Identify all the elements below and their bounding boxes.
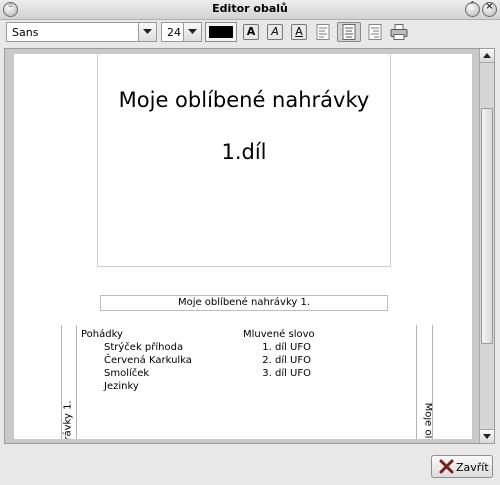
front-title-line2[interactable]: 1.díl (98, 140, 390, 164)
list-item: Smolíček (104, 368, 150, 379)
maximize-icon: ˄ (470, 1, 475, 12)
align-right-icon (368, 24, 382, 40)
chevron-down-icon (483, 434, 491, 439)
chevron-down-icon[interactable] (183, 23, 201, 41)
back-left-side-text: rávky 1. (62, 401, 76, 439)
font-size-value: 24 (167, 26, 181, 39)
spine-label[interactable]: Moje oblíbené nahrávky 1. (100, 295, 388, 311)
close-window-button[interactable]: × (482, 1, 497, 17)
chevron-up-icon (483, 53, 491, 58)
back-left-fold-line (76, 325, 77, 439)
back-left-side-label: rávky 1. (62, 401, 74, 439)
align-center-button[interactable] (337, 22, 361, 42)
column-heading: Mluvené slovo (243, 329, 315, 340)
font-size-select[interactable]: 24 (161, 22, 202, 42)
cover-editor-area[interactable]: Moje oblíbené nahrávky 1.díl Moje oblíbe… (4, 48, 495, 444)
back-right-side-text: Moje ol (418, 401, 432, 439)
back-right-side-label: Moje ol (422, 402, 432, 439)
list-item: 3. díl UFO (262, 368, 311, 379)
list-item: Červená Karkulka (104, 355, 192, 366)
scroll-down-button[interactable] (480, 429, 494, 443)
track-column-1[interactable]: Pohádky Strýček příhoda Červená Karkulka… (81, 328, 192, 393)
cover-canvas[interactable]: Moje oblíbené nahrávky 1.díl Moje oblíbe… (14, 54, 472, 439)
maximize-button[interactable]: ˄ (465, 1, 480, 17)
list-item: 1. díl UFO (262, 342, 311, 353)
front-title-line1[interactable]: Moje oblíbené nahrávky (98, 88, 390, 112)
list-item: 2. díl UFO (262, 355, 311, 366)
font-family-select[interactable]: Sans (6, 22, 157, 42)
print-button[interactable] (388, 22, 410, 42)
back-cover[interactable]: rávky 1. Moje ol Pohádky Strýček příhoda… (61, 325, 433, 439)
underline-icon: A (291, 24, 307, 40)
bold-button[interactable]: A (240, 22, 262, 42)
list-item: Strýček příhoda (104, 342, 184, 353)
vertical-scrollbar[interactable] (479, 49, 494, 443)
font-family-value: Sans (12, 26, 39, 39)
italic-icon: A (267, 24, 283, 40)
list-item: Jezinky (104, 381, 139, 392)
close-button-label: Zavřít (456, 461, 489, 474)
chevron-down-icon[interactable] (138, 23, 156, 41)
underline-button[interactable]: A (288, 22, 310, 42)
window-titlebar: ◦ Editor obalů ˄ × (0, 0, 500, 20)
align-right-button[interactable] (364, 22, 386, 42)
scroll-thumb[interactable] (481, 108, 493, 344)
color-swatch (209, 26, 233, 38)
printer-icon (390, 24, 408, 40)
scroll-up-button[interactable] (480, 49, 494, 63)
track-column-2[interactable]: Mluvené slovo 1. díl UFO 2. díl UFO 3. d… (243, 328, 315, 380)
column-heading: Pohádky (81, 329, 123, 340)
align-left-icon (316, 24, 330, 40)
close-icon (439, 459, 454, 474)
formatting-toolbar: Sans 24 A A A (0, 20, 500, 45)
bold-icon: A (243, 24, 259, 40)
italic-button[interactable]: A (264, 22, 286, 42)
back-right-fold-line (416, 325, 417, 439)
text-color-button[interactable] (205, 22, 237, 42)
close-icon: × (485, 1, 494, 12)
align-left-button[interactable] (312, 22, 334, 42)
align-center-icon (342, 24, 356, 40)
window-title: Editor obalů (212, 2, 288, 15)
close-button[interactable]: Zavřít (431, 455, 493, 478)
front-cover[interactable]: Moje oblíbené nahrávky 1.díl (97, 54, 391, 267)
